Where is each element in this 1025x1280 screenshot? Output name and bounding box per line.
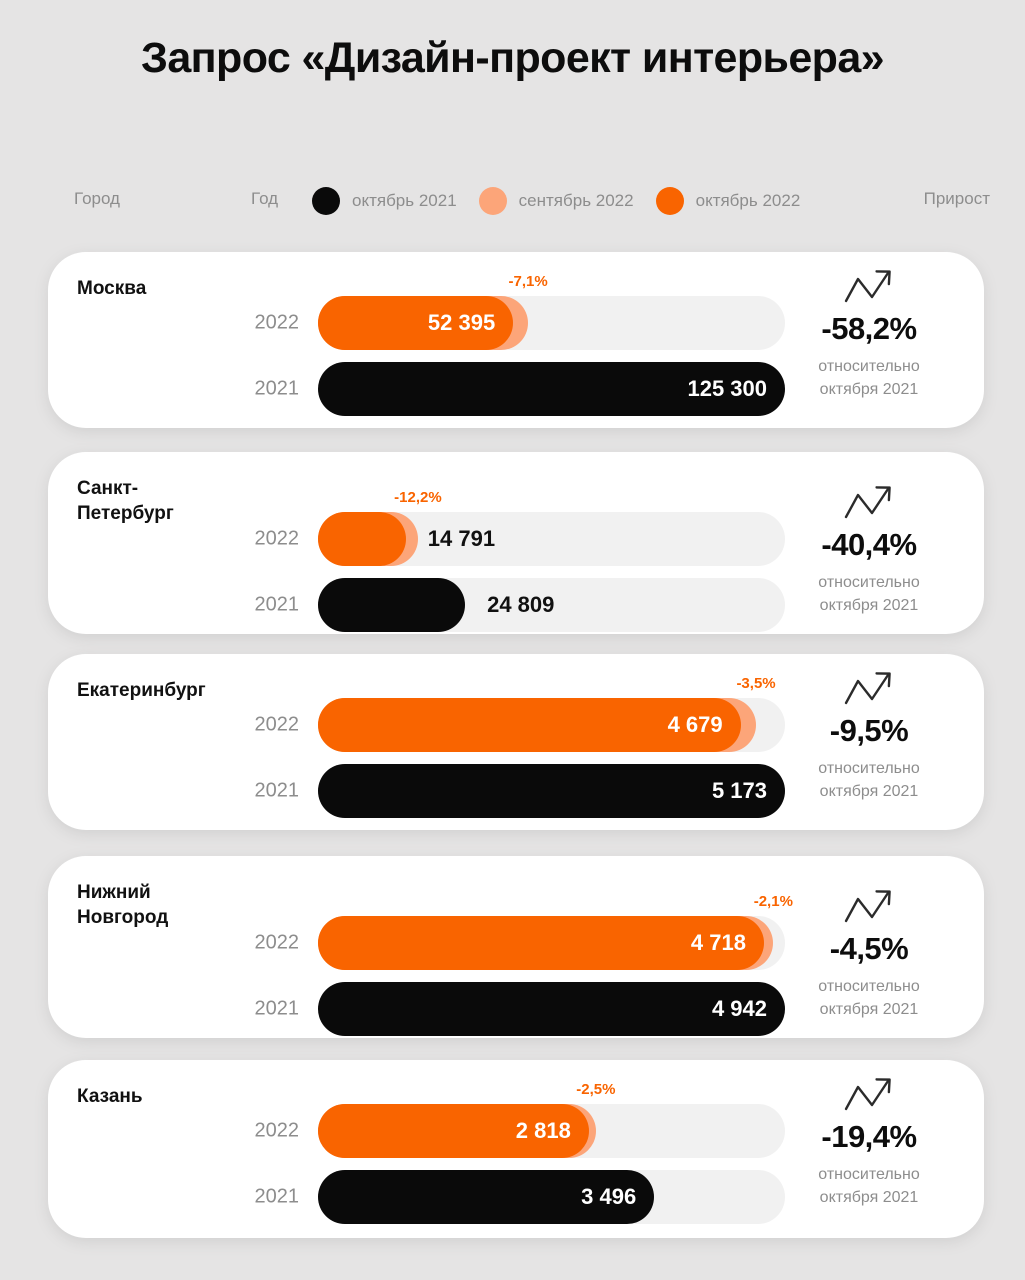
city-card[interactable]: Екатеринбург 2022 4 679 -3,5% 2021 5 173 -9,5%… xyxy=(48,654,984,830)
trend-arrow-icon xyxy=(844,672,891,705)
bar-fill-oct-2021: 5 173 xyxy=(318,764,785,818)
bar-value-label: 5 173 xyxy=(711,778,767,803)
city-card[interactable]: Казань 2022 2 818 -2,5% 2021 3 496 -19,4% относ… xyxy=(48,1060,984,1238)
bar-track: 52 395 xyxy=(318,296,785,350)
bar-year-label: 2022 xyxy=(254,713,300,736)
month-change-badge: -12,2% xyxy=(394,489,442,506)
bar-track: 4 718 xyxy=(318,916,785,970)
growth-column: -58,2% относительно октября 2021 xyxy=(774,266,964,401)
bar-fill-oct-2022: 4 679 xyxy=(318,698,741,752)
city-card[interactable]: Москва 2022 52 395 -7,1% 2021 125 300 -58,2% от… xyxy=(48,252,984,428)
growth-column: -40,4% относительно октября 2021 xyxy=(774,482,964,617)
trend-arrow-icon xyxy=(844,890,891,923)
bar-year-label: 2021 xyxy=(254,593,300,616)
city-card[interactable]: Нижний Новгород 2022 4 718 -2,1% 2021 4 942 -4,… xyxy=(48,856,984,1038)
legend-item-oct-2022: октябрь 2022 xyxy=(655,187,801,215)
growth-value-label: -58,2% xyxy=(821,311,917,346)
bar-track: 3 496 xyxy=(318,1170,785,1224)
bar-value-label: 52 395 xyxy=(427,310,496,335)
table-header-row: Город Год октябрь 2021 сентябрь 2022 окт… xyxy=(0,187,1025,219)
bar-year-label: 2022 xyxy=(254,311,300,334)
legend-label-oct-2022: октябрь 2022 xyxy=(695,191,801,210)
bar-value-label: 4 718 xyxy=(690,930,746,955)
legend-label-sep-2022: сентябрь 2022 xyxy=(518,191,634,210)
column-header-year: Год xyxy=(251,189,279,208)
month-change-badge: -2,5% xyxy=(576,1081,616,1098)
trend-arrow-icon xyxy=(844,486,891,519)
bar-track: 4 942 xyxy=(318,982,785,1036)
month-change-badge: -7,1% xyxy=(508,273,548,290)
bar-value-label: 14 791 xyxy=(427,526,496,551)
bar-year-label: 2022 xyxy=(254,931,300,954)
bar-value-label: 24 809 xyxy=(487,592,555,617)
growth-value-label: -9,5% xyxy=(829,713,909,748)
bar-track: 125 300 xyxy=(318,362,785,416)
growth-value-label: -4,5% xyxy=(829,931,909,966)
legend-dot-oct-2021-icon xyxy=(312,187,340,215)
bar-track: 2 818 xyxy=(318,1104,785,1158)
bar-fill-oct-2022: 52 395 xyxy=(318,296,514,350)
legend-label-oct-2021: октябрь 2021 xyxy=(352,191,457,210)
growth-column: -19,4% относительно октября 2021 xyxy=(774,1074,964,1209)
growth-note-label: относительно октября 2021 xyxy=(818,574,920,615)
bar-fill-oct-2021: 4 942 xyxy=(318,982,785,1036)
legend-dot-sep-2022-icon xyxy=(478,187,507,215)
bar-value-label: 4 679 xyxy=(667,712,723,737)
bar-value-label: 2 818 xyxy=(515,1118,571,1143)
growth-note-label: относительно октября 2021 xyxy=(818,760,920,801)
trend-arrow-icon xyxy=(844,270,891,303)
growth-column: -9,5% относительно октября 2021 xyxy=(774,668,964,803)
infographic-page: Запрос «Дизайн-проект интерьера» Город Г… xyxy=(0,0,1025,1280)
bar-year-label: 2021 xyxy=(254,779,300,802)
bar-fill-oct-2021: 3 496 xyxy=(318,1170,655,1224)
legend-item-oct-2021: октябрь 2021 xyxy=(312,187,457,215)
growth-note-label: относительно октября 2021 xyxy=(818,1166,920,1207)
bar-year-label: 2022 xyxy=(254,527,300,550)
growth-note-label: относительно октября 2021 xyxy=(818,978,920,1019)
bar-fill-oct-2022 xyxy=(318,512,406,566)
bar-track: 24 809 xyxy=(318,578,785,632)
bar-year-label: 2021 xyxy=(254,1185,300,1208)
page-title: Запрос «Дизайн-проект интерьера» xyxy=(141,34,885,82)
growth-column: -4,5% относительно октября 2021 xyxy=(774,886,964,1021)
growth-note-label: относительно октября 2021 xyxy=(818,358,920,399)
bar-fill-oct-2022: 2 818 xyxy=(318,1104,589,1158)
city-card[interactable]: Санкт- Петербург 2022 14 791 -12,2% 2021 24 80… xyxy=(48,452,984,634)
trend-arrow-icon xyxy=(844,1078,891,1111)
bar-track: 5 173 xyxy=(318,764,785,818)
growth-value-label: -40,4% xyxy=(821,527,917,562)
bar-track: 4 679 xyxy=(318,698,785,752)
bar-value-label: 3 496 xyxy=(581,1184,637,1209)
month-change-badge: -3,5% xyxy=(736,675,776,692)
bar-track: 14 791 xyxy=(318,512,785,566)
bar-fill-oct-2021 xyxy=(318,578,466,632)
legend-item-sep-2022: сентябрь 2022 xyxy=(478,187,634,215)
bar-fill-oct-2022: 4 718 xyxy=(318,916,764,970)
bar-value-label: 125 300 xyxy=(687,376,767,401)
legend-dot-oct-2022-icon xyxy=(655,187,684,215)
bar-fill-oct-2021: 125 300 xyxy=(318,362,785,416)
bar-value-label: 4 942 xyxy=(711,996,767,1021)
bar-year-label: 2021 xyxy=(254,997,300,1020)
column-header-city: Город xyxy=(74,189,120,208)
bar-year-label: 2022 xyxy=(254,1119,300,1142)
bar-year-label: 2021 xyxy=(254,377,300,400)
chart-legend: октябрь 2021 сентябрь 2022 октябрь 2022 xyxy=(312,187,822,215)
column-header-growth: Прирост xyxy=(923,189,990,208)
growth-value-label: -19,4% xyxy=(821,1119,917,1154)
